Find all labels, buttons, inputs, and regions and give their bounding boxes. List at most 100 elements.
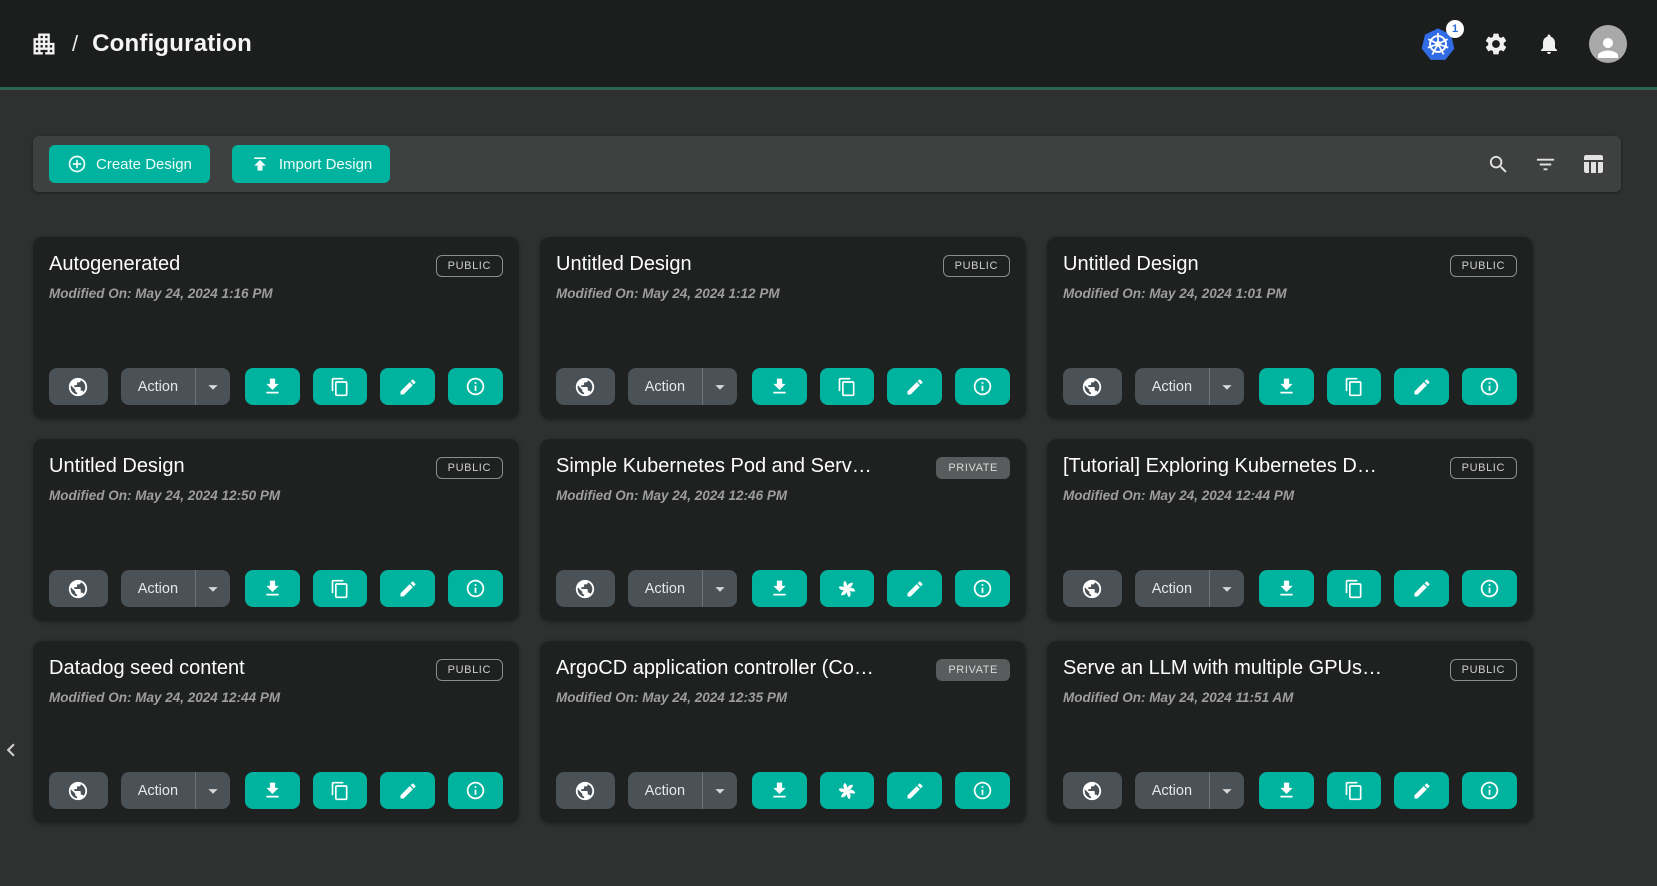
publish-globe-button[interactable] bbox=[556, 772, 615, 809]
action-button-label: Action bbox=[1152, 783, 1192, 799]
action-button[interactable]: Action bbox=[628, 368, 702, 405]
sidebar-expand-button[interactable] bbox=[0, 730, 22, 770]
publish-globe-button[interactable] bbox=[49, 570, 108, 607]
copy-button[interactable] bbox=[820, 368, 875, 405]
action-dropdown-button[interactable] bbox=[196, 368, 230, 405]
info-button[interactable] bbox=[448, 570, 503, 607]
design-modified: Modified On: May 24, 2024 11:51 AM bbox=[1063, 690, 1517, 705]
spiral-button[interactable] bbox=[820, 570, 875, 607]
card-actions: Action bbox=[1063, 570, 1517, 607]
info-icon bbox=[972, 376, 993, 397]
info-button[interactable] bbox=[955, 368, 1010, 405]
card-actions: Action bbox=[556, 570, 1010, 607]
action-button-label: Action bbox=[1152, 581, 1192, 597]
globe-icon bbox=[67, 376, 89, 398]
search-button[interactable] bbox=[1487, 153, 1510, 176]
table-view-button[interactable] bbox=[1581, 152, 1605, 176]
download-button[interactable] bbox=[752, 570, 807, 607]
info-button[interactable] bbox=[1462, 368, 1517, 405]
publish-globe-button[interactable] bbox=[49, 368, 108, 405]
download-button[interactable] bbox=[1259, 368, 1314, 405]
copy-icon bbox=[1344, 579, 1364, 599]
copy-button[interactable] bbox=[1327, 570, 1382, 607]
user-avatar[interactable] bbox=[1589, 25, 1627, 63]
edit-pencil-icon bbox=[905, 781, 925, 801]
publish-globe-button[interactable] bbox=[1063, 570, 1122, 607]
download-button[interactable] bbox=[1259, 772, 1314, 809]
copy-button[interactable] bbox=[313, 570, 368, 607]
design-modified: Modified On: May 24, 2024 1:12 PM bbox=[556, 286, 1010, 301]
edit-button[interactable] bbox=[1394, 368, 1449, 405]
action-dropdown-button[interactable] bbox=[703, 772, 737, 809]
action-dropdown-button[interactable] bbox=[196, 570, 230, 607]
download-button[interactable] bbox=[752, 368, 807, 405]
publish-globe-button[interactable] bbox=[556, 368, 615, 405]
action-button[interactable]: Action bbox=[121, 772, 195, 809]
copy-button[interactable] bbox=[1327, 368, 1382, 405]
kubernetes-context-button[interactable]: 1 bbox=[1421, 27, 1455, 61]
download-button[interactable] bbox=[245, 368, 300, 405]
edit-button[interactable] bbox=[380, 772, 435, 809]
action-button[interactable]: Action bbox=[1135, 368, 1209, 405]
edit-pencil-icon bbox=[1412, 781, 1432, 801]
action-dropdown-button[interactable] bbox=[1210, 368, 1244, 405]
dropdown-caret-icon bbox=[709, 376, 731, 398]
copy-icon bbox=[1344, 377, 1364, 397]
copy-button[interactable] bbox=[313, 368, 368, 405]
table-view-icon bbox=[1581, 152, 1605, 176]
action-dropdown-button[interactable] bbox=[1210, 570, 1244, 607]
spiral-icon bbox=[836, 578, 858, 600]
toolbar-view-controls bbox=[1487, 152, 1605, 176]
action-button[interactable]: Action bbox=[628, 772, 702, 809]
edit-button[interactable] bbox=[887, 570, 942, 607]
card-header: Untitled Design PUBLIC bbox=[49, 455, 503, 479]
edit-button[interactable] bbox=[887, 368, 942, 405]
action-button-label: Action bbox=[138, 379, 178, 395]
spiral-button[interactable] bbox=[820, 772, 875, 809]
notifications-button[interactable] bbox=[1537, 32, 1561, 56]
publish-globe-button[interactable] bbox=[49, 772, 108, 809]
action-button[interactable]: Action bbox=[1135, 570, 1209, 607]
info-button[interactable] bbox=[955, 570, 1010, 607]
action-dropdown-button[interactable] bbox=[703, 570, 737, 607]
download-button[interactable] bbox=[245, 570, 300, 607]
publish-globe-button[interactable] bbox=[1063, 368, 1122, 405]
copy-button[interactable] bbox=[1327, 772, 1382, 809]
action-split-button: Action bbox=[1135, 570, 1244, 607]
info-button[interactable] bbox=[955, 772, 1010, 809]
card-header: Datadog seed content PUBLIC bbox=[49, 657, 503, 681]
edit-button[interactable] bbox=[1394, 570, 1449, 607]
import-design-button[interactable]: Import Design bbox=[232, 145, 390, 183]
action-dropdown-button[interactable] bbox=[196, 772, 230, 809]
publish-globe-button[interactable] bbox=[556, 570, 615, 607]
filter-button[interactable] bbox=[1534, 153, 1557, 176]
edit-button[interactable] bbox=[380, 368, 435, 405]
info-button[interactable] bbox=[1462, 570, 1517, 607]
edit-button[interactable] bbox=[887, 772, 942, 809]
action-button[interactable]: Action bbox=[1135, 772, 1209, 809]
action-split-button: Action bbox=[628, 368, 737, 405]
action-dropdown-button[interactable] bbox=[1210, 772, 1244, 809]
edit-button[interactable] bbox=[380, 570, 435, 607]
download-button[interactable] bbox=[245, 772, 300, 809]
edit-button[interactable] bbox=[1394, 772, 1449, 809]
action-button[interactable]: Action bbox=[628, 570, 702, 607]
card-header: [Tutorial] Exploring Kubernetes D… PUBLI… bbox=[1063, 455, 1517, 479]
info-button[interactable] bbox=[448, 368, 503, 405]
kubernetes-cluster-icon: 1 bbox=[1421, 27, 1455, 61]
action-dropdown-button[interactable] bbox=[703, 368, 737, 405]
publish-globe-button[interactable] bbox=[1063, 772, 1122, 809]
info-button[interactable] bbox=[1462, 772, 1517, 809]
copy-button[interactable] bbox=[313, 772, 368, 809]
download-button[interactable] bbox=[752, 772, 807, 809]
action-button[interactable]: Action bbox=[121, 368, 195, 405]
action-button[interactable]: Action bbox=[121, 570, 195, 607]
edit-pencil-icon bbox=[1412, 579, 1432, 599]
visibility-badge: PUBLIC bbox=[1450, 457, 1517, 479]
create-design-button[interactable]: Create Design bbox=[49, 145, 210, 183]
action-button-label: Action bbox=[138, 581, 178, 597]
info-button[interactable] bbox=[448, 772, 503, 809]
header-actions: 1 bbox=[1421, 25, 1627, 63]
settings-button[interactable] bbox=[1483, 31, 1509, 57]
download-button[interactable] bbox=[1259, 570, 1314, 607]
